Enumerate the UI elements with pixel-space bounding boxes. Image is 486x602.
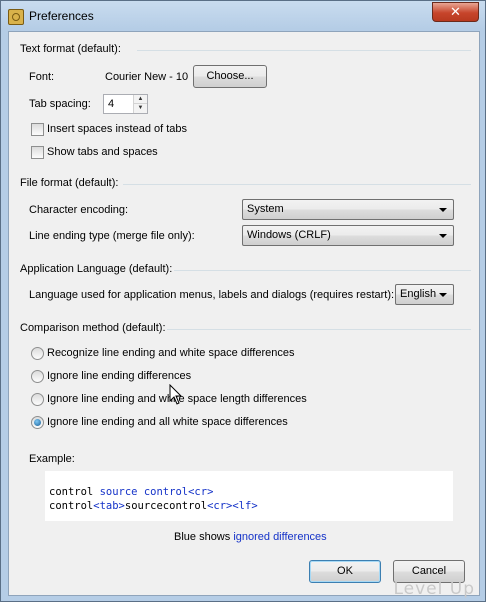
mouse-cursor-icon (169, 384, 183, 405)
example-legend: Blue shows ignored differences (174, 531, 327, 543)
tab-spacing-stepper[interactable]: 4 ▲ ▼ (103, 94, 148, 114)
code-text: control (49, 500, 94, 512)
code-ignored: <cr> (188, 486, 214, 498)
choose-font-button[interactable]: Choose... (193, 65, 267, 88)
group-divider (123, 184, 471, 185)
code-ignored: <cr><lf> (207, 500, 258, 512)
encoding-value: System (247, 203, 284, 215)
legend-text: Blue shows (174, 531, 234, 543)
ok-button[interactable]: OK (309, 560, 381, 583)
font-label: Font: (29, 71, 55, 83)
line-ending-label: Line ending type (merge file only): (29, 230, 195, 242)
radio-label: Recognize line ending and white space di… (47, 347, 295, 359)
example-line-1: control source control<cr> (49, 486, 213, 498)
font-value: Courier New - 10 (105, 71, 189, 83)
code-text: sourcecontrol (124, 500, 208, 512)
text-format-group-title: Text format (default): (20, 43, 121, 55)
group-divider (167, 329, 471, 330)
code-text: control (49, 486, 100, 498)
window-title: Preferences (29, 9, 94, 23)
radio-label: Ignore line ending and all white space d… (47, 416, 288, 428)
encoding-label: Character encoding: (29, 204, 129, 216)
insert-spaces-checkbox[interactable] (31, 123, 44, 136)
app-language-group-title: Application Language (default): (20, 263, 173, 275)
watermark-text: Level Up (393, 579, 475, 599)
radio-ignore-all-ws[interactable] (31, 416, 44, 429)
language-label: Language used for application menus, lab… (29, 289, 395, 301)
code-ignored: source (99, 486, 138, 498)
code-ignored: control (143, 486, 189, 498)
insert-spaces-label: Insert spaces instead of tabs (47, 123, 188, 135)
radio-recognize[interactable] (31, 347, 44, 360)
example-line-2: control<tab>sourcecontrol<cr><lf> (49, 500, 258, 512)
close-button[interactable]: ✕ (432, 2, 479, 22)
radio-selected-dot (34, 419, 41, 426)
show-tabs-label: Show tabs and spaces (47, 146, 158, 158)
example-preview: control source control<cr> control<tab>s… (45, 471, 453, 521)
preferences-window: Preferences ✕ Text format (default): Fon… (0, 0, 486, 602)
chevron-down-icon (439, 293, 447, 297)
language-select[interactable]: English (395, 284, 454, 305)
group-divider (174, 270, 471, 271)
line-ending-value: Windows (CRLF) (247, 229, 331, 241)
encoding-select[interactable]: System (242, 199, 454, 220)
chevron-down-icon (439, 208, 447, 212)
line-ending-select[interactable]: Windows (CRLF) (242, 225, 454, 246)
radio-label: Ignore line ending differences (47, 370, 192, 382)
example-label: Example: (29, 453, 75, 465)
stepper-buttons: ▲ ▼ (133, 95, 147, 113)
dialog-body: Text format (default): Font: Courier New… (8, 31, 480, 596)
group-divider (137, 50, 471, 51)
show-tabs-checkbox[interactable] (31, 146, 44, 159)
tab-spacing-value: 4 (108, 98, 115, 110)
tab-spacing-label: Tab spacing: (29, 98, 91, 110)
chevron-down-icon (439, 234, 447, 238)
stepper-up-icon[interactable]: ▲ (134, 95, 147, 104)
radio-ignore-line-ending[interactable] (31, 370, 44, 383)
stepper-down-icon[interactable]: ▼ (134, 104, 147, 112)
title-bar[interactable]: Preferences ✕ (1, 1, 485, 31)
file-format-group-title: File format (default): (20, 177, 119, 189)
code-ignored: <tab> (93, 500, 125, 512)
radio-ignore-ws-length[interactable] (31, 393, 44, 406)
comparison-group-title: Comparison method (default): (20, 322, 166, 334)
language-value: English (400, 288, 437, 300)
legend-highlight: ignored differences (233, 531, 327, 543)
app-icon (8, 9, 24, 25)
